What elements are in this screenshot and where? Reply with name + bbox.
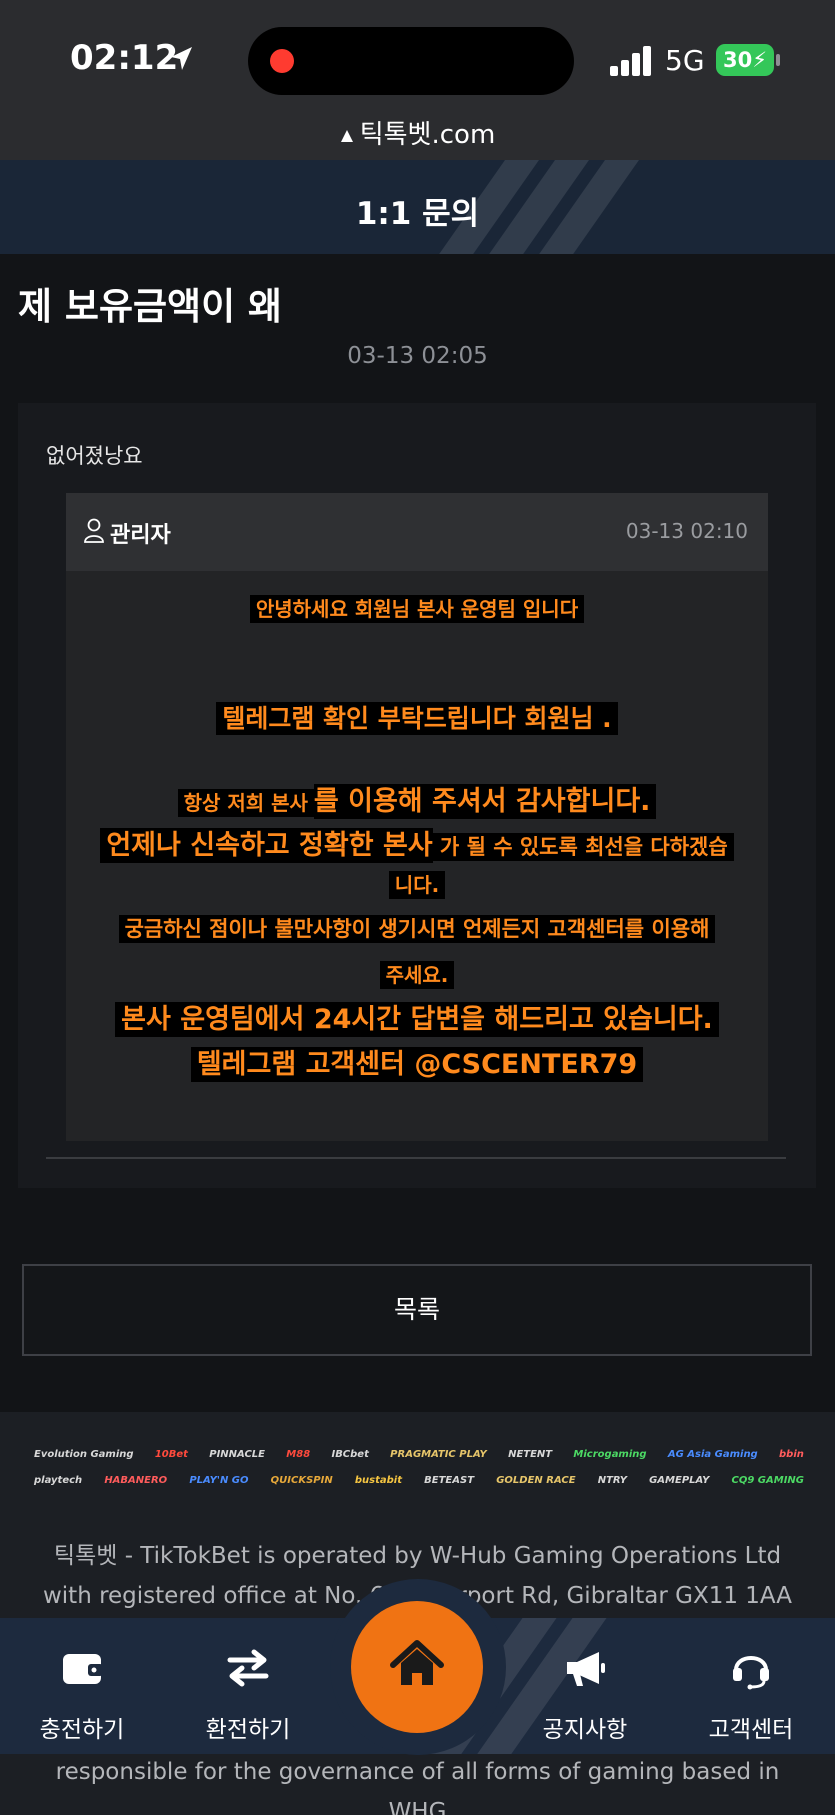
warning-icon	[340, 129, 353, 142]
provider-logos: Evolution Gaming 10Bet PINNACLE M88 IBCb…	[34, 1442, 804, 1494]
reply-line: 주세요.	[379, 961, 455, 989]
provider-logo: M88	[286, 1448, 311, 1460]
nav-deposit[interactable]: 충전하기	[2, 1618, 162, 1754]
provider-logo: Evolution Gaming	[34, 1448, 134, 1460]
user-icon	[84, 518, 104, 543]
post-title: 제 보유금액이 왜	[18, 285, 283, 328]
provider-logo: GAMEPLAY	[649, 1474, 710, 1486]
post-content: 없어졌낭요 관리자 03-13 02:10 안녕하세요 회원님 본사 운영팀 입…	[18, 403, 816, 1188]
provider-logo: bbin	[779, 1448, 804, 1460]
provider-logo: NTRY	[597, 1474, 627, 1486]
post-date: 03-13 02:05	[347, 343, 488, 369]
nav-deposit-label: 충전하기	[39, 1717, 125, 1743]
home-icon	[390, 1640, 444, 1685]
battery-icon: 30⚡	[716, 44, 774, 76]
wallet-icon	[63, 1654, 103, 1684]
reply-line: 텔레그램 고객센터 @CSCENTER79	[190, 1047, 644, 1082]
provider-row: playtech HABANERO PLAY'N GO QUICKSPIN bu…	[34, 1468, 804, 1492]
list-button[interactable]: 목록	[22, 1264, 812, 1356]
cellular-signal-icon	[610, 46, 652, 76]
reply-line: 본사 운영팀에서 24시간 답변을 해드리고 있습니다.	[115, 1002, 719, 1037]
megaphone-icon	[567, 1652, 605, 1686]
exchange-arrows-icon	[227, 1649, 269, 1687]
provider-logo: GOLDEN RACE	[496, 1474, 576, 1486]
question-text: 없어졌낭요	[46, 444, 143, 468]
page-title: 1:1 문의	[355, 196, 480, 232]
provider-row: Evolution Gaming 10Bet PINNACLE M88 IBCb…	[34, 1442, 804, 1466]
nav-support[interactable]: 고객센터	[671, 1618, 831, 1754]
url-text: 틱톡벳.com	[359, 120, 496, 150]
reply-date: 03-13 02:10	[625, 519, 748, 543]
reply-line: 안녕하세요 회원님 본사 운영팀 입니다	[249, 595, 585, 623]
reply-line: 텔레그램 확인 부탁드립니다 회원님 .	[216, 702, 618, 735]
provider-logo: IBCbet	[331, 1448, 369, 1460]
address-bar[interactable]: 틱톡벳.com	[0, 114, 835, 151]
page-header: 1:1 문의	[0, 160, 835, 254]
headset-icon	[733, 1656, 769, 1690]
clock: 02:12	[70, 38, 179, 78]
reply-header: 관리자 03-13 02:10	[66, 493, 768, 571]
provider-logo: BETEAST	[424, 1474, 475, 1486]
reply-line: 가 될 수 있도록 최선을 다하겠습	[432, 833, 734, 861]
status-bar: 02:12 5G 30⚡ 틱톡벳.com	[0, 0, 835, 160]
provider-logo: PINNACLE	[209, 1448, 265, 1460]
home-button[interactable]	[351, 1601, 483, 1733]
recording-dot-icon	[270, 49, 294, 73]
provider-logo: playtech	[34, 1474, 83, 1486]
nav-support-label: 고객센터	[708, 1717, 794, 1743]
network-type: 5G	[665, 44, 705, 77]
provider-logo: Microgaming	[573, 1448, 647, 1460]
provider-logo: PLAY'N GO	[189, 1474, 249, 1486]
location-arrow-icon	[171, 47, 192, 70]
dynamic-island	[248, 27, 574, 95]
provider-logo: QUICKSPIN	[270, 1474, 333, 1486]
battery-tip	[776, 54, 780, 66]
reply-line: 를 이용해 주셔서 감사합니다.	[313, 784, 657, 819]
provider-logo: CQ9 GAMING	[731, 1474, 804, 1486]
provider-logo: 10Bet	[154, 1448, 188, 1460]
provider-logo: AG Asia Gaming	[667, 1448, 758, 1460]
reply-line: 니다.	[388, 871, 446, 899]
provider-logo: bustabit	[354, 1474, 402, 1486]
reply-line: 항상 저희 본사	[177, 789, 314, 817]
provider-logo: NETENT	[508, 1448, 553, 1460]
reply-line: 궁금하신 점이나 불만사항이 생기시면 언제든지 고객센터를 이용해	[118, 915, 716, 943]
reply-author: 관리자	[110, 523, 171, 548]
reply-line: 언제나 신속하고 정확한 본사	[100, 828, 433, 863]
footer-text-line: 틱톡벳 - TikTokBet is operated by W-Hub Gam…	[53, 1543, 782, 1569]
home-indicator-area	[0, 1754, 835, 1815]
nav-notice-label: 공지사항	[542, 1717, 628, 1743]
battery-level: 30	[723, 48, 753, 72]
divider	[46, 1157, 786, 1159]
nav-withdraw[interactable]: 환전하기	[168, 1618, 328, 1754]
admin-reply: 관리자 03-13 02:10 안녕하세요 회원님 본사 운영팀 입니다 텔레그…	[66, 493, 768, 1141]
provider-logo: HABANERO	[104, 1474, 168, 1486]
nav-notice[interactable]: 공지사항	[505, 1618, 665, 1754]
provider-logo: PRAGMATIC PLAY	[390, 1448, 487, 1460]
nav-withdraw-label: 환전하기	[205, 1717, 291, 1743]
